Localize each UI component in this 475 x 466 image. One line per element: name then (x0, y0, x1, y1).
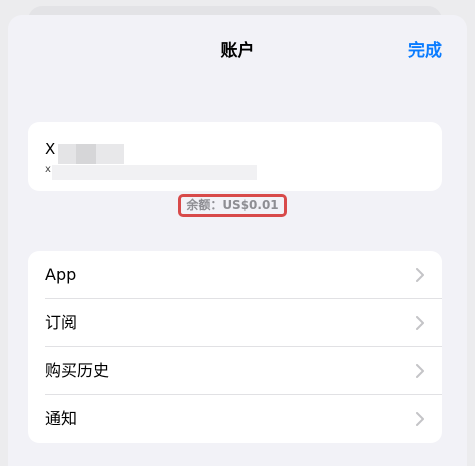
chevron-right-icon (416, 364, 424, 378)
account-email: x (45, 164, 51, 175)
account-name: X (45, 140, 56, 158)
redaction-block (96, 144, 124, 164)
menu-item-app[interactable]: App (28, 251, 442, 299)
menu-item-subscriptions[interactable]: 订阅 (28, 299, 442, 347)
screen: 账户 完成 X x 余额：US$0.01 App 订阅 购买历史 通知 (0, 0, 475, 466)
redaction-block (58, 144, 76, 164)
menu-item-label: App (45, 265, 77, 284)
done-button[interactable]: 完成 (408, 36, 442, 61)
profile-card[interactable]: X x (28, 122, 442, 191)
menu-list: App 订阅 购买历史 通知 (28, 251, 442, 443)
balance-label: 余额：US$0.01 (178, 194, 287, 217)
menu-item-label: 通知 (45, 409, 78, 428)
chevron-right-icon (416, 412, 424, 426)
chevron-right-icon (416, 316, 424, 330)
redaction-block (52, 165, 257, 180)
menu-item-label: 订阅 (45, 313, 78, 332)
page-title: 账户 (220, 41, 255, 61)
redaction-block (76, 144, 96, 164)
menu-item-notifications[interactable]: 通知 (28, 395, 442, 443)
menu-item-purchase-history[interactable]: 购买历史 (28, 347, 442, 395)
chevron-right-icon (416, 268, 424, 282)
menu-item-label: 购买历史 (45, 361, 110, 380)
